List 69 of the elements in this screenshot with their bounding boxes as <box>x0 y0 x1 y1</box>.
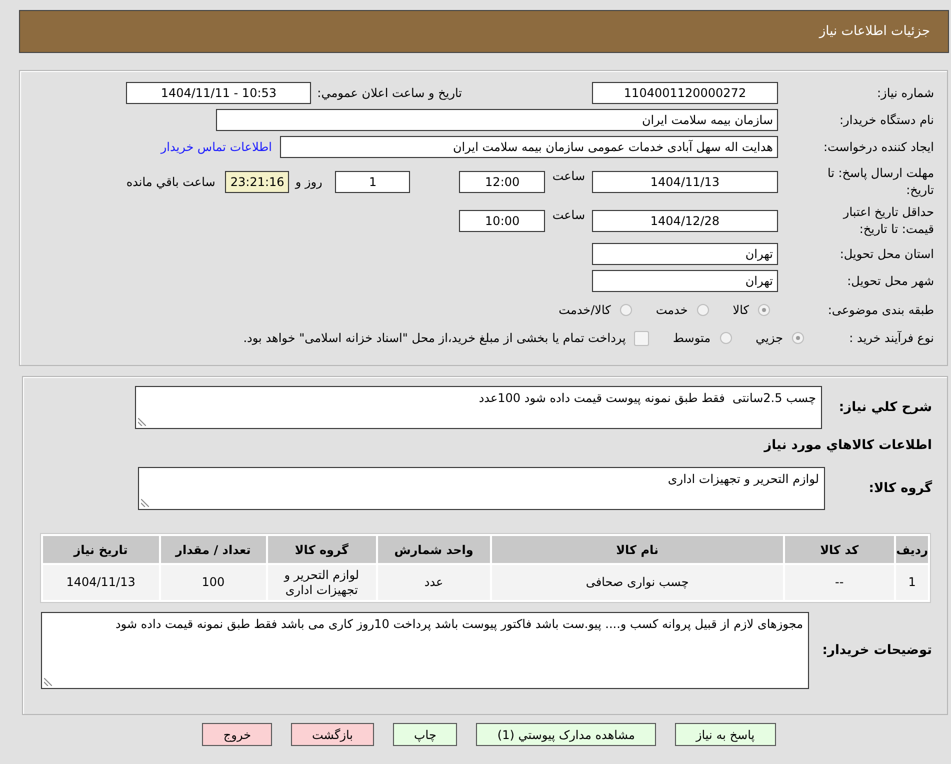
column-header: نام كالا <box>492 536 783 563</box>
description-field[interactable]: چسب 2.5سانتی فقط طبق نمونه پیوست قیمت داده شود 100عدد <box>135 386 822 429</box>
field-label: شماره نیاز: <box>876 84 934 102</box>
field-label: توضیحات خریدار: <box>821 643 932 658</box>
radio-button[interactable] <box>758 304 770 316</box>
action-button[interactable]: بازگشت <box>291 723 374 746</box>
section-heading: اطلاعات كالاهاي مورد نياز <box>762 437 932 455</box>
time-label: ساعت <box>552 207 585 224</box>
province-field[interactable]: تهران <box>592 243 778 265</box>
column-header: رديف <box>896 536 928 563</box>
column-header: تعداد / مقدار <box>160 536 266 563</box>
time-label: ساعت <box>552 168 585 185</box>
column-header: واحد شمارش <box>378 536 490 563</box>
field-label: نام دستگاه خریدار: <box>838 112 934 128</box>
radio-button[interactable] <box>792 332 804 344</box>
field-label: ایجاد کننده درخواست: <box>822 138 934 156</box>
radio-label: كالا <box>732 303 749 317</box>
deadline-date-field[interactable]: 1404/11/13 <box>592 171 778 193</box>
radio-label: متوسط <box>672 331 711 345</box>
field-label: حداقل تاریخ اعتبار قیمت: تا تاریخ: <box>842 204 934 238</box>
field-label: تاریخ و ساعت اعلان عمومي: <box>317 86 462 100</box>
radio-label: كالا/خدمت <box>558 303 611 317</box>
requester-field[interactable]: هدایت اله سهل آبادی خدمات عمومی سازمان بیمه سلامت ایران <box>280 136 778 158</box>
resize-grip-icon[interactable] <box>141 499 149 507</box>
radio-button[interactable] <box>720 332 732 344</box>
action-button[interactable]: چاپ <box>393 723 458 746</box>
table-cell: لوازم التحرير و تجهيزات اداری <box>268 565 376 600</box>
table-cell: عدد <box>378 565 490 600</box>
action-button[interactable]: مشاهده مدارک پيوستي (1) <box>476 723 656 746</box>
time-remaining-field[interactable]: 23:21:16 <box>225 171 290 193</box>
field-label: شرح كلي نياز: <box>838 400 932 415</box>
field-label: استان محل تحویل: <box>838 246 934 262</box>
city-field[interactable]: تهران <box>592 270 778 292</box>
goods-group-field[interactable]: لوازم التحرير و تجهيزات اداری <box>138 467 825 510</box>
radio-button[interactable] <box>620 304 632 316</box>
validity-date-field[interactable]: 1404/12/28 <box>592 210 778 232</box>
radio-label: خدمت <box>656 303 688 317</box>
radio-button[interactable] <box>696 304 709 316</box>
deadline-time-field[interactable]: 12:00 <box>459 171 546 193</box>
resize-grip-icon[interactable] <box>44 678 52 686</box>
table-cell: 1 <box>896 565 928 600</box>
buyer-contact-link[interactable]: اطلاعات تماس خریدار <box>160 140 272 154</box>
field-label: نوع فرآیند خرید : <box>848 330 934 346</box>
resize-grip-icon[interactable] <box>138 418 146 426</box>
radio-label: جزيي <box>756 331 783 345</box>
field-label: طبقه بندی موضوعی: <box>826 302 934 318</box>
column-header: تاريخ نياز <box>43 536 159 563</box>
action-button[interactable]: خروج <box>202 723 272 746</box>
buyer-notes-field[interactable]: مجوزهای لازم از قبیل پروانه کسب و.... پیو.ست باشد فاکتور پیوست باشد پرداخت 10روز کاری می باشد فقط طبق نمونه قیمت داده شود <box>41 612 809 689</box>
table-cell: 1404/11/13 <box>43 565 159 600</box>
table-cell: 100 <box>160 565 266 600</box>
action-button[interactable]: پاسخ به نیاز <box>674 723 776 746</box>
page-title: جزئیات اطلاعات نیاز <box>819 24 930 39</box>
field-label: گروه كالا: <box>868 481 932 496</box>
table-cell: چسب نواری صحافی <box>492 565 783 600</box>
need-number-field[interactable]: 1104001120000272 <box>592 82 778 104</box>
announce-date-field[interactable]: 1404/11/11 - 10:53 <box>126 82 312 104</box>
checkbox[interactable] <box>634 330 649 346</box>
column-header: كد كالا <box>784 536 894 563</box>
time-remaining-label: ساعت باقي مانده <box>126 174 216 191</box>
validity-time-field[interactable]: 10:00 <box>459 210 546 232</box>
table-cell: -- <box>784 565 894 600</box>
field-label: شهر محل تحویل: <box>846 272 934 290</box>
days-label: روز و <box>295 174 322 191</box>
column-header: گروه كالا <box>268 536 376 563</box>
field-label: مهلت ارسال پاسخ: تا تاریخ: <box>826 165 934 199</box>
buyer-organization-field[interactable]: سازمان بیمه سلامت ایران <box>216 109 778 131</box>
checkbox-label: پرداخت تمام یا بخشی از مبلغ خرید،از محل "اسناد خزانه اسلامی" خواهد بود. <box>243 331 626 345</box>
days-remaining-field[interactable]: 1 <box>335 171 410 193</box>
